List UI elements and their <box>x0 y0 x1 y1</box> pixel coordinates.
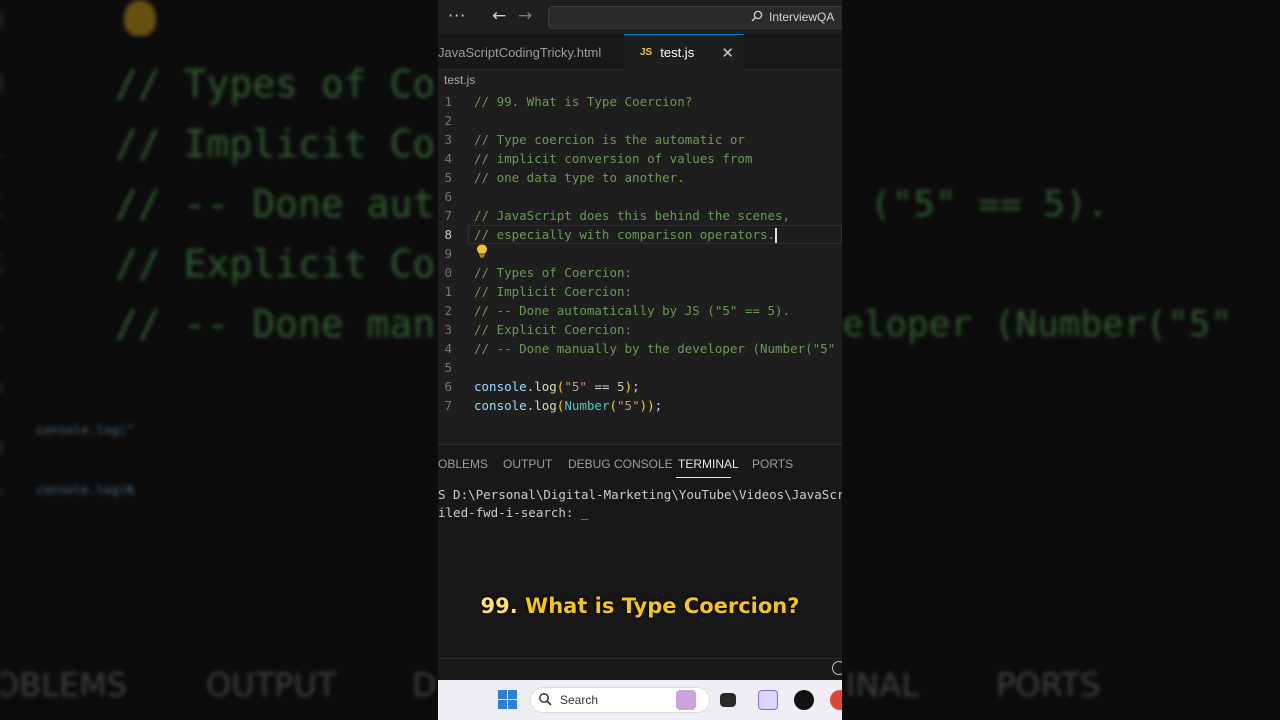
line-number: 4 <box>444 341 452 356</box>
code-line: // Types of Coercion: <box>474 265 633 280</box>
close-icon[interactable]: ✕ <box>721 44 734 62</box>
bg-tab: OUTPUT <box>206 666 337 704</box>
lightbulb-icon[interactable] <box>476 244 488 258</box>
bg-code-fragment: eloper (Number("5" <box>842 304 1233 345</box>
bg-line-number: 9 <box>0 0 5 44</box>
tab-output[interactable]: OUTPUT <box>503 457 552 471</box>
bg-code-line: // Implicit Co <box>115 122 436 166</box>
terminal[interactable]: S D:\Personal\Digital-Marketing\YouTube\… <box>438 482 842 658</box>
bg-tab: INAL <box>846 666 920 704</box>
bg-tab: D <box>412 666 437 704</box>
bg-line-number: 5 <box>0 362 5 406</box>
line-number: 6 <box>444 189 452 204</box>
bg-line-number: 7 <box>0 482 5 526</box>
bg-code-line: console.log(N <box>36 482 134 497</box>
text-cursor <box>775 228 778 243</box>
tab-debug-console[interactable]: DEBUG CONSOLE <box>568 457 673 471</box>
line-number: 5 <box>444 170 452 185</box>
bg-tab: PORTS <box>996 666 1101 704</box>
bg-code-fragment: ("5" == 5). <box>870 184 1109 225</box>
lightbulb-icon <box>124 0 156 36</box>
tab-javascript-coding-tricky[interactable]: JavaScriptCodingTricky.html <box>438 34 624 70</box>
bg-tab: OBLEMS <box>0 666 128 704</box>
tab-label: test.js <box>660 45 695 60</box>
line-number: 0 <box>444 265 452 280</box>
line-number: 6 <box>444 379 452 394</box>
line-number: 2 <box>444 113 452 128</box>
taskbar-search-label: Search <box>560 693 599 707</box>
line-number: 3 <box>444 322 452 337</box>
bg-code-line: // Types of Co <box>115 62 436 106</box>
line-number: 5 <box>444 360 452 375</box>
line-number: 4 <box>444 151 452 166</box>
command-center-search[interactable]: InterviewQA <box>548 6 842 29</box>
search-icon <box>539 693 552 706</box>
line-number: 2 <box>444 303 452 318</box>
video-caption: 99. What is Type Coercion? <box>438 594 842 618</box>
bg-line-number: 4 <box>0 302 5 346</box>
code-line: // implicit conversion of values from <box>474 151 753 166</box>
bg-line-number: 2 <box>0 182 5 226</box>
caption-number: 99. <box>480 594 518 618</box>
line-number: 7 <box>444 398 452 413</box>
panel-tab-bar: OBLEMS OUTPUT DEBUG CONSOLE TERMINAL POR… <box>438 444 842 482</box>
bg-line-number: 0 <box>0 62 5 106</box>
line-number: 7 <box>444 208 452 223</box>
code-line: // JavaScript does this behind the scene… <box>474 208 791 223</box>
code-line: // one data type to another. <box>474 170 685 185</box>
snipping-tool-icon[interactable] <box>758 690 778 710</box>
bg-code-line: // -- Done aut <box>115 182 436 226</box>
bg-code-line: // Explicit Co <box>115 242 436 286</box>
bg-line-number: 6 <box>0 422 5 466</box>
code-editor[interactable]: 1 // 99. What is Type Coercion? 2 3 // Type … <box>438 92 842 442</box>
status-bar <box>438 658 842 680</box>
code-line: // especially with comparison operators. <box>474 227 778 243</box>
file-explorer-icon[interactable] <box>720 693 736 707</box>
tab-problems[interactable]: OBLEMS <box>438 457 488 471</box>
terminal-prompt: S D:\Personal\Digital-Marketing\YouTube\… <box>438 487 842 502</box>
caption-text: What is Type Coercion? <box>517 594 800 618</box>
breadcrumb[interactable]: test.js <box>444 73 475 87</box>
back-arrow-icon[interactable]: ← <box>492 6 506 26</box>
windows-taskbar: Search <box>438 680 842 720</box>
code-line: // 99. What is Type Coercion? <box>474 94 693 109</box>
code-line: // Explicit Coercion: <box>474 322 633 337</box>
app-icon[interactable] <box>794 690 814 710</box>
tab-label: JavaScriptCodingTricky.html <box>438 44 602 60</box>
bg-line-number: 3 <box>0 242 5 286</box>
search-icon <box>751 10 763 22</box>
windows-start-icon[interactable] <box>498 690 518 710</box>
terminal-search: iled-fwd-i-search: _ <box>438 505 589 520</box>
forward-arrow-icon[interactable]: → <box>518 6 532 26</box>
tab-test-js[interactable]: JS test.js ✕ <box>624 34 744 70</box>
tab-terminal[interactable]: TERMINAL <box>678 457 739 471</box>
js-file-icon: JS <box>640 47 653 58</box>
bg-line-number: 1 <box>0 122 5 166</box>
command-center-label: InterviewQA <box>769 10 835 24</box>
line-number: 9 <box>444 246 452 261</box>
line-number: 1 <box>444 284 452 299</box>
line-number: 3 <box>444 132 452 147</box>
bg-code-line: // -- Done man <box>115 302 436 346</box>
line-number: 1 <box>444 94 452 109</box>
chrome-icon[interactable] <box>830 690 842 710</box>
active-tab-indicator <box>676 477 731 478</box>
title-bar: ··· ← → InterviewQA <box>438 0 842 34</box>
code-line: // -- Done automatically by JS ("5" == 5… <box>474 303 791 318</box>
tab-ports[interactable]: PORTS <box>752 457 793 471</box>
editor-tab-bar: JavaScriptCodingTricky.html JS test.js ✕ <box>438 34 842 70</box>
more-icon[interactable]: ··· <box>448 6 466 25</box>
widgets-icon[interactable] <box>676 690 696 710</box>
code-line: // -- Done manually by the developer (Nu… <box>474 341 836 356</box>
code-line: console.log(Number("5")); <box>474 398 663 413</box>
code-line: // Type coercion is the automatic or <box>474 132 745 147</box>
notification-icon[interactable] <box>832 661 842 675</box>
bg-code-line: console.log(" <box>36 422 134 437</box>
vscode-window: ··· ← → InterviewQA JavaScriptCodingTric… <box>438 0 842 720</box>
code-line: // Implicit Coercion: <box>474 284 633 299</box>
line-number: 8 <box>444 227 452 242</box>
code-line: console.log("5" == 5); <box>474 379 640 394</box>
